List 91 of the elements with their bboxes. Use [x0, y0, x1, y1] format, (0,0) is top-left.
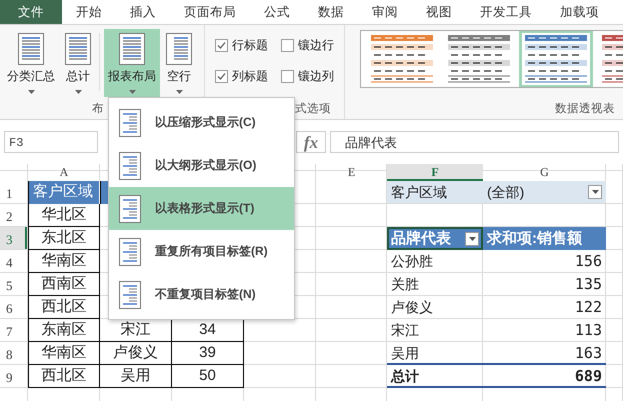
- pivot-value-cell: 163: [483, 342, 606, 365]
- table-cell: 华北区: [28, 204, 100, 227]
- table-cell: 华南区: [28, 250, 100, 273]
- check-icon: [216, 71, 227, 82]
- ribbon-tab[interactable]: 审阅: [358, 0, 412, 24]
- table-cell: 39: [172, 342, 244, 365]
- ribbon-tab[interactable]: 开发工具: [466, 0, 546, 24]
- filter-dropdown-icon[interactable]: [465, 232, 479, 246]
- table-style-thumbnail[interactable]: [519, 31, 593, 87]
- pivot-row-label: 卢俊义: [390, 298, 434, 317]
- row-header[interactable]: 6: [0, 296, 27, 318]
- ribbon-tab[interactable]: 页面布局: [170, 0, 250, 24]
- row-header[interactable]: 5: [0, 273, 27, 295]
- table-header-cell: 客户区域: [28, 181, 100, 204]
- layout-button[interactable]: 空行: [162, 29, 196, 97]
- pivot-row-label: 吴用: [387, 342, 483, 365]
- check-icon: [216, 40, 227, 51]
- ribbon-tab[interactable]: 加载项: [546, 0, 613, 24]
- group-label: 式选项: [295, 102, 331, 116]
- pivot-total-value: 689: [483, 365, 606, 388]
- document-icon: [119, 33, 145, 65]
- table-cell: 宋江: [100, 319, 172, 342]
- document-icon: [65, 33, 91, 65]
- table-cell: 卢俊义: [100, 342, 172, 365]
- pivot-filter-field[interactable]: (全部): [483, 181, 606, 203]
- table-cell: 西南区: [28, 273, 100, 296]
- table-cell: 西北区: [28, 365, 100, 388]
- document-icon: [166, 33, 192, 65]
- ribbon-tab[interactable]: 数据: [304, 0, 358, 24]
- pivot-filter-label: 客户区域: [387, 181, 483, 203]
- table-cell: 东南区: [28, 319, 100, 342]
- pivot-total-label: 总计: [387, 365, 483, 388]
- pivot-value-cell-text: 156: [574, 251, 603, 272]
- row-header[interactable]: 3: [0, 227, 27, 249]
- option-checkbox[interactable]: 镶边列: [281, 68, 347, 85]
- layout-button[interactable]: 分类汇总: [3, 29, 59, 97]
- layout-icon: [119, 238, 141, 266]
- table-cell: 50: [172, 365, 244, 388]
- menu-item[interactable]: 以大纲形式显示(O): [109, 144, 294, 187]
- table-cell: 吴用: [100, 365, 172, 388]
- table-cell: 西北区: [28, 296, 100, 319]
- column-header[interactable]: G: [483, 164, 606, 181]
- caret-icon: [128, 90, 136, 94]
- table-cell: 34: [172, 319, 244, 342]
- caret-icon: [74, 90, 82, 94]
- menu-item[interactable]: 以压缩形式显示(C): [109, 101, 294, 144]
- pivot-value-cell-text: 135: [574, 274, 603, 295]
- column-header[interactable]: E: [316, 164, 387, 181]
- layout-icon: [119, 152, 141, 180]
- menu-item[interactable]: 重复所有项目标签(R): [109, 230, 294, 273]
- option-checkbox[interactable]: 列标题: [215, 68, 281, 85]
- pivot-row-label: 公孙胜: [390, 252, 434, 271]
- document-icon: [18, 33, 44, 65]
- name-box[interactable]: F3: [4, 131, 98, 153]
- row-header[interactable]: 1: [0, 181, 27, 203]
- group-label: 数据透视表: [555, 102, 615, 116]
- row-header[interactable]: 7: [0, 319, 27, 341]
- option-checkbox[interactable]: 行标题: [215, 37, 281, 54]
- row-header[interactable]: 4: [0, 250, 27, 272]
- column-header[interactable]: F: [387, 164, 483, 181]
- layout-button[interactable]: 报表布局: [104, 29, 160, 97]
- pivot-value-cell-text: 122: [574, 297, 603, 318]
- row-header[interactable]: 8: [0, 342, 27, 364]
- row-header[interactable]: 9: [0, 365, 27, 387]
- option-checkbox[interactable]: 镶边行: [281, 37, 347, 54]
- layout-icon: [119, 108, 141, 136]
- pivot-value-cell-text: 113: [574, 320, 603, 341]
- table-cell: 东北区: [28, 227, 100, 250]
- pivot-row-label: 宋江: [390, 321, 420, 340]
- layout-button[interactable]: 总计: [61, 29, 95, 97]
- group-label: 布: [92, 102, 104, 116]
- menu-item[interactable]: 不重复项目标签(N): [109, 273, 294, 316]
- column-header[interactable]: A: [28, 164, 100, 181]
- caret-icon: [176, 90, 182, 94]
- layout-icon: [119, 194, 141, 222]
- dropdown-icon[interactable]: [588, 185, 602, 199]
- ribbon-tab[interactable]: 文件: [0, 0, 62, 24]
- formula-field[interactable]: 品牌代表: [330, 131, 619, 153]
- insert-function-button[interactable]: fx: [296, 131, 326, 153]
- pivot-row-label: 关胜: [390, 275, 420, 294]
- ribbon-tab[interactable]: 视图: [412, 0, 466, 24]
- row-header[interactable]: 2: [0, 204, 27, 226]
- ribbon-tab[interactable]: 开始: [62, 0, 116, 24]
- pivot-header-cell[interactable]: 品牌代表: [387, 227, 483, 250]
- caret-icon: [28, 90, 34, 94]
- ribbon-tab[interactable]: 公式: [250, 0, 304, 24]
- pivot-header-cell: 求和项:销售额: [483, 227, 606, 250]
- layout-icon: [119, 280, 141, 308]
- menu-item[interactable]: 以表格形式显示(T): [109, 187, 294, 230]
- table-cell: 华南区: [28, 342, 100, 365]
- ribbon-tab[interactable]: 插入: [116, 0, 170, 24]
